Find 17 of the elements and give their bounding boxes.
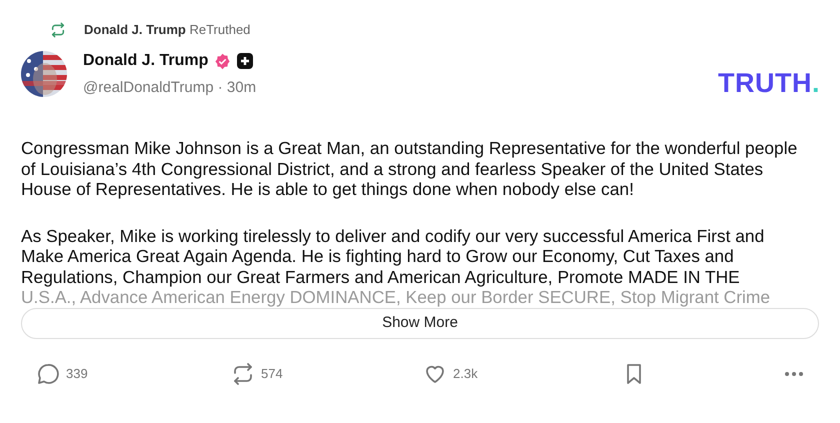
retruth-text: Donald J. Trump ReTruthed [84,21,250,40]
author-name: Donald J. Trump [83,51,208,71]
faded-text: U.S.A., Advance American Energy DOMINANCE, Keep our Border SECURE, Stop Migrant Crime [21,287,772,308]
repost-icon [50,22,66,38]
author-handle[interactable]: @realDonaldTrump · 30m [83,78,256,98]
more-icon [784,372,804,376]
repost-button[interactable]: 574 [231,362,283,386]
like-button[interactable]: 2.3k [423,362,478,386]
post-paragraph: Congressman Mike Johnson is a Great Man, an outstanding Representative for the wonderful people of Louisiana’s 4th Congressional District, and a strong and fearless Speaker of the United States House of Representatives. He is able to get things done when nobody else can! [21,138,798,200]
reply-icon [36,362,60,386]
show-more-button[interactable]: Show More [21,308,819,338]
logo: TRUTH. [718,67,820,100]
post-paragraph: As Speaker, Mike is working tirelessly to deliver and codify our very successful America First and Make America Great Again Agenda. He is fighting hard to Grow our Economy, Cut Taxes and Regulations, Champion our Great Farmers and American Agriculture, Promote MADE IN THE [21,226,766,287]
reply-button[interactable]: 339 [36,362,88,386]
plus-icon [237,53,254,69]
repost-icon [231,362,255,386]
more-button[interactable] [784,372,804,376]
